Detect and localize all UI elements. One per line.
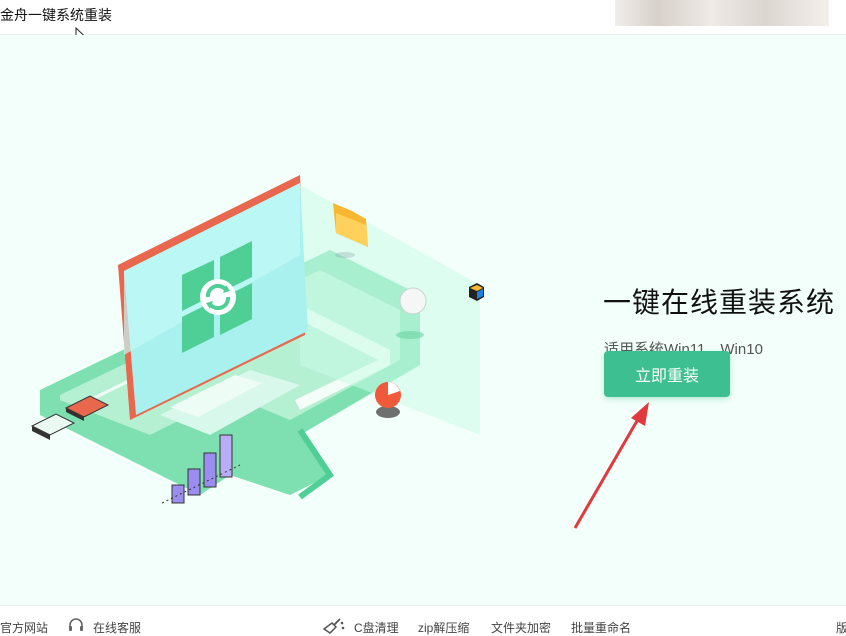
annotation-arrow-icon	[573, 402, 649, 529]
app-title: 金舟一键系统重装	[0, 7, 112, 23]
broom-icon	[322, 618, 345, 634]
footer-link-c-drive-clean[interactable]: C盘清理	[354, 619, 399, 636]
footer-link-online-service[interactable]: 在线客服	[93, 619, 141, 636]
footer-link-folder-encrypt[interactable]: 文件夹加密	[491, 619, 551, 636]
reinstall-now-button[interactable]: 立即重装	[604, 351, 730, 397]
user-avatar-area[interactable]	[615, 0, 829, 26]
footer-link-official-site[interactable]: 官方网站	[0, 619, 48, 636]
hero-title: 一键在线重装系统	[603, 287, 836, 318]
version-label: 版	[836, 621, 846, 635]
footer-link-zip[interactable]: zip解压缩	[418, 619, 469, 636]
headset-icon	[69, 618, 83, 631]
title-bar: 金舟一键系统重装	[0, 0, 846, 35]
computer-illustration	[30, 175, 484, 504]
footer-link-batch-rename[interactable]: 批量重命名	[571, 619, 631, 636]
main-panel: 一键在线重装系统 适用系统Win11、Win10	[0, 35, 846, 605]
footer-bar: 官方网站 在线客服 C盘清理 zip解压缩 文件夹加密 批量重命名 版	[0, 605, 846, 636]
